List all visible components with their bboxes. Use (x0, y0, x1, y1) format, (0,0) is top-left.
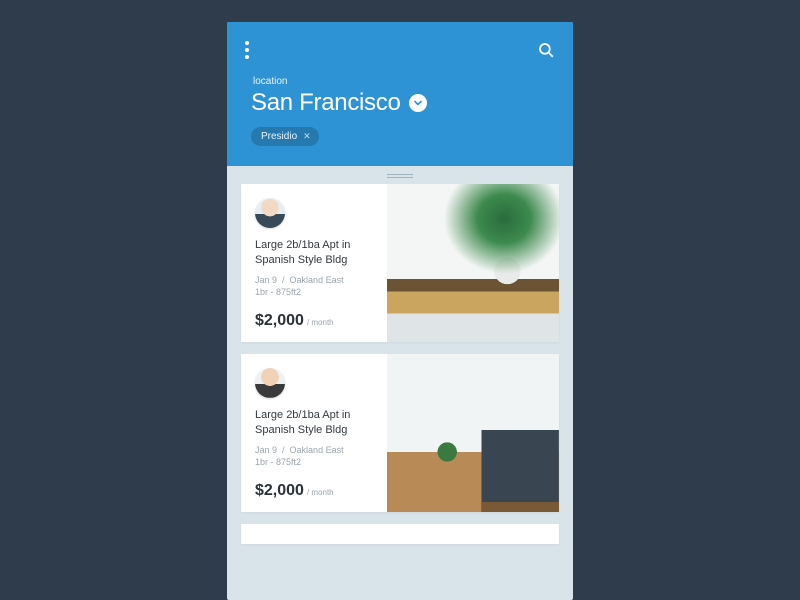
listing-list: Large 2b/1ba Apt in Spanish Style Bldg J… (227, 184, 573, 544)
listing-photo[interactable] (387, 354, 559, 512)
listing-meta: Jan 9 / Oakland East 1br - 875ft2 (255, 444, 375, 469)
avatar[interactable] (255, 198, 285, 228)
location-value: San Francisco (251, 89, 401, 117)
listing-price: $2,000 / month (255, 482, 375, 500)
avatar[interactable] (255, 368, 285, 398)
location-row[interactable]: San Francisco (251, 89, 555, 117)
listing-info: Large 2b/1ba Apt in Spanish Style Bldg J… (241, 354, 387, 512)
search-icon[interactable] (537, 41, 555, 59)
listing-card[interactable]: Large 2b/1ba Apt in Spanish Style Bldg J… (241, 184, 559, 342)
listing-info: Large 2b/1ba Apt in Spanish Style Bldg J… (241, 184, 387, 342)
location-label: location (253, 76, 555, 87)
filter-chip[interactable]: Presidio ✕ (251, 127, 319, 146)
listing-price: $2,000 / month (255, 312, 375, 330)
listing-card[interactable] (241, 524, 559, 544)
listing-photo[interactable] (387, 184, 559, 342)
header: location San Francisco Presidio ✕ (227, 22, 573, 166)
more-icon[interactable] (245, 41, 249, 59)
listing-card[interactable]: Large 2b/1ba Apt in Spanish Style Bldg J… (241, 354, 559, 512)
filter-chip-label: Presidio (261, 131, 297, 142)
listing-title: Large 2b/1ba Apt in Spanish Style Bldg (255, 238, 375, 268)
chevron-down-icon[interactable] (409, 94, 427, 112)
listing-meta: Jan 9 / Oakland East 1br - 875ft2 (255, 274, 375, 299)
app-frame: location San Francisco Presidio ✕ Large … (227, 22, 573, 600)
drag-handle[interactable] (227, 166, 573, 184)
listing-title: Large 2b/1ba Apt in Spanish Style Bldg (255, 408, 375, 438)
close-icon[interactable]: ✕ (303, 131, 311, 142)
top-bar (245, 36, 555, 64)
filter-chips: Presidio ✕ (251, 127, 555, 146)
